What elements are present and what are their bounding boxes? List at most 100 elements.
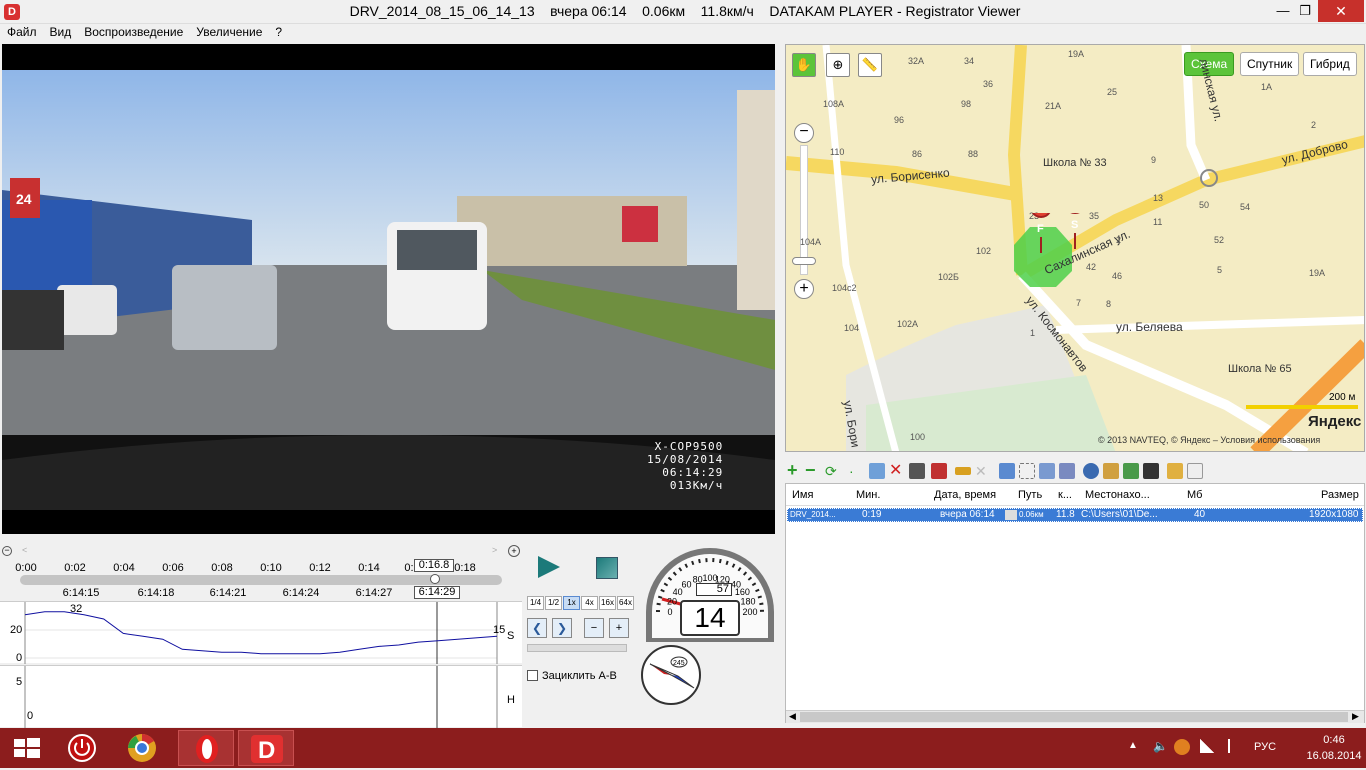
col-min[interactable]: Мин. (856, 489, 880, 501)
remove-icon[interactable]: − (805, 461, 821, 479)
film-icon[interactable] (1143, 463, 1159, 479)
timeline-clock-tick: 6:14:21 (209, 587, 247, 599)
document-icon[interactable] (1187, 463, 1203, 479)
add-frame-icon[interactable] (999, 463, 1015, 479)
menu-help[interactable]: ? (268, 24, 288, 39)
scroll-left-icon[interactable]: ◀ (789, 711, 796, 722)
col-location[interactable]: Местонахо... (1085, 489, 1150, 501)
speed-quarter-button[interactable]: 1/4 (527, 596, 544, 610)
dot-icon[interactable]: · (849, 463, 865, 479)
volume-icon[interactable]: 🔈 (1153, 739, 1168, 753)
network-icon[interactable] (1200, 739, 1214, 753)
zoom-in-icon[interactable]: + (794, 279, 814, 299)
map-type-hybrid[interactable]: Гибрид (1303, 52, 1357, 76)
menu-zoom[interactable]: Увеличение (189, 24, 268, 39)
col-path[interactable]: Путь (1018, 489, 1042, 501)
image-icon[interactable] (1103, 463, 1119, 479)
timeline-tick: 0:12 (309, 562, 331, 574)
col-name[interactable]: Имя (792, 489, 813, 501)
flag-icon[interactable] (1228, 739, 1240, 753)
layers-icon[interactable] (1039, 463, 1055, 479)
map-copyright[interactable]: © 2013 NAVTEQ, © Яндекс – Условия исполь… (1098, 435, 1320, 445)
zoom-in-timeline-icon[interactable]: + (508, 545, 520, 557)
zoom-out-timeline-icon[interactable]: − (2, 546, 12, 556)
folder-icon[interactable] (1167, 463, 1183, 479)
speed-16x-button[interactable]: 16x (599, 596, 616, 610)
zoom-slider[interactable] (800, 145, 808, 275)
loop-ab-checkbox[interactable]: Зациклить А-В (527, 670, 617, 682)
col-k[interactable]: к... (1058, 489, 1072, 501)
volume-slider[interactable] (527, 644, 627, 652)
delete-icon[interactable]: ✕ (889, 463, 905, 479)
menu-playback[interactable]: Воспроизведение (77, 24, 189, 39)
col-datetime[interactable]: Дата, время (934, 489, 996, 501)
timeline-handle[interactable] (429, 574, 440, 584)
building-number: 102А (897, 319, 919, 329)
height-graph[interactable]: 5 0 Н (0, 665, 522, 728)
zoom-out-video-icon[interactable]: − (584, 618, 604, 638)
select-icon[interactable] (1019, 463, 1035, 479)
add-icon[interactable]: + (787, 461, 803, 479)
refresh-icon[interactable]: ⟳ (825, 463, 841, 479)
horizontal-scrollbar[interactable]: ◀ ▶ (786, 710, 1364, 723)
scroll-right-timeline-icon[interactable]: > (492, 545, 497, 555)
prev-frame-button[interactable]: ❮ (527, 618, 547, 638)
close-button[interactable]: ✕ (1318, 0, 1364, 22)
key-off-icon[interactable]: ✕ (975, 463, 991, 479)
stop-button[interactable] (596, 557, 618, 579)
building-number: 13 (1153, 193, 1164, 203)
export-icon[interactable] (1059, 463, 1075, 479)
ruler-icon[interactable]: 📏 (858, 53, 882, 77)
file-toolbar: + − ⟳ · ✕ ✕ (785, 460, 1365, 482)
col-size[interactable]: Размер (1321, 489, 1359, 501)
speed-4x-button[interactable]: 4x (581, 596, 598, 610)
key-icon[interactable] (955, 467, 971, 475)
copy-icon[interactable] (869, 463, 885, 479)
map-image-icon[interactable] (1123, 463, 1139, 479)
save-icon[interactable] (909, 463, 925, 479)
power-app-button[interactable] (60, 730, 116, 766)
scrollbar-thumb[interactable] (800, 712, 1348, 722)
speed-64x-button[interactable]: 64x (617, 596, 634, 610)
table-row[interactable]: DRV_2014... 0:19 вчера 06:14 0.06км 11.8… (787, 508, 1363, 522)
next-frame-button[interactable]: ❯ (552, 618, 572, 638)
zoom-in-video-icon[interactable]: + (609, 618, 629, 638)
menu-file[interactable]: Файл (0, 24, 43, 39)
speed-graph[interactable]: 20 0 32 15 S (0, 601, 522, 664)
clock-time[interactable]: 0:46 (1306, 734, 1362, 746)
globe-icon[interactable] (1083, 463, 1099, 479)
row-location: C:\Users\01\De... (1081, 509, 1158, 520)
scroll-right-icon[interactable]: ▶ (1352, 711, 1359, 722)
speed-half-button[interactable]: 1/2 (545, 596, 562, 610)
scroll-left-timeline-icon[interactable]: < (22, 545, 27, 555)
hand-pan-icon[interactable]: ✋ (792, 53, 816, 77)
opera-button[interactable] (178, 730, 234, 766)
zoom-area-icon[interactable]: ⊕ (826, 53, 850, 77)
zoom-out-icon[interactable]: − (794, 123, 814, 143)
map-view[interactable]: ✋ ⊕ 📏 Схема Спутник Гибрид − + ул. Борис… (785, 44, 1365, 452)
play-button[interactable] (538, 556, 560, 578)
zoom-slider-handle[interactable] (792, 257, 816, 265)
maximize-button[interactable]: ❐ (1290, 0, 1320, 22)
camera-icon[interactable] (931, 463, 947, 479)
row-path: 0.06км (1019, 510, 1044, 519)
odometer: 57 (696, 583, 732, 596)
row-datetime: вчера 06:14 (940, 509, 995, 520)
avast-icon[interactable] (1174, 739, 1190, 755)
speed-y-label: 0 (16, 652, 23, 664)
start-button[interactable] (0, 730, 56, 766)
video-frame[interactable]: 24 X-COP9500 15/08/2014 06:14:29 013Км/ч (2, 44, 775, 534)
loop-checkbox-box[interactable] (527, 670, 538, 681)
osd-speed: 013Км/ч (669, 479, 724, 492)
language-indicator[interactable]: РУС (1254, 741, 1276, 753)
timeline[interactable]: − < > + 0:00 0:02 0:04 0:06 0:08 0:10 0:… (0, 543, 522, 601)
speed-1x-button[interactable]: 1x (563, 596, 580, 610)
map-type-satellite[interactable]: Спутник (1240, 52, 1300, 76)
tray-expand-icon[interactable]: ▲ (1128, 740, 1138, 751)
taskbar: D ▲ 🔈 РУС 0:46 16.08.2014 (0, 728, 1366, 768)
chrome-button[interactable] (118, 730, 174, 766)
datakam-taskbar-button[interactable]: D (238, 730, 294, 766)
clock-date[interactable]: 16.08.2014 (1306, 750, 1362, 762)
col-mb[interactable]: Мб (1187, 489, 1202, 501)
menu-view[interactable]: Вид (43, 24, 78, 39)
